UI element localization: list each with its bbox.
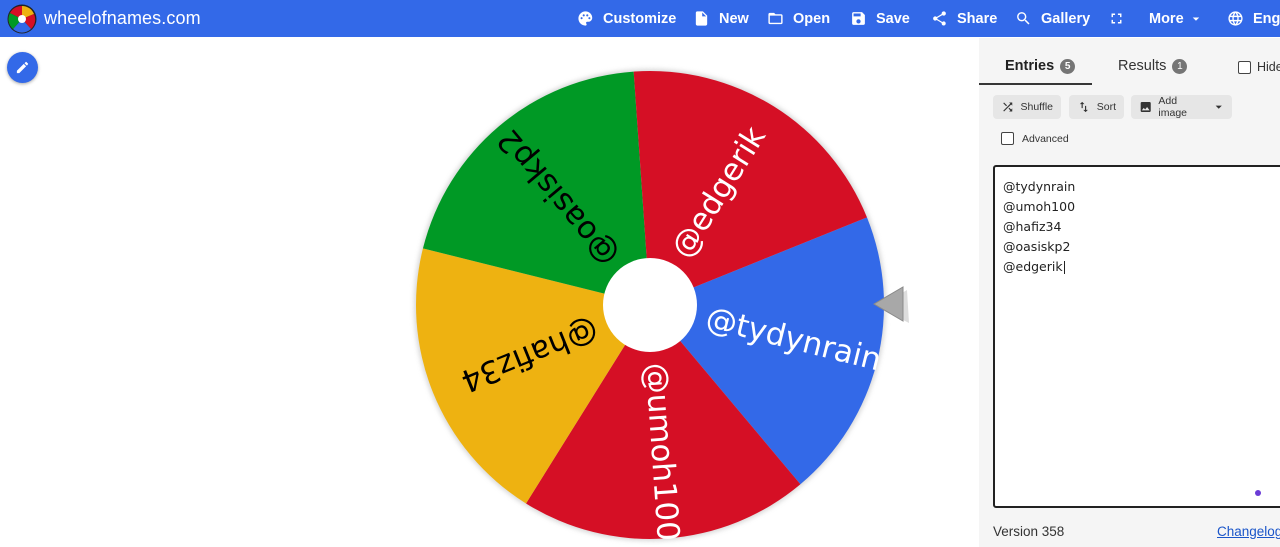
text-cursor: [1063, 261, 1065, 274]
new-file-icon: [695, 11, 708, 26]
open-button[interactable]: Open: [767, 0, 830, 37]
sort-label: Sort: [1096, 101, 1116, 113]
advanced-checkbox[interactable]: Advanced: [1001, 132, 1069, 145]
share-label: Share: [957, 10, 998, 27]
image-icon: [1140, 101, 1151, 113]
brand[interactable]: wheelofnames.com: [7, 3, 201, 34]
site-name: wheelofnames.com: [44, 8, 201, 28]
wheel-logo-icon: [7, 4, 37, 33]
entry-line: @oasiskp2: [1003, 239, 1071, 254]
entry-line: @umoh100: [1003, 199, 1076, 214]
tab-results[interactable]: Results 1: [1118, 58, 1188, 74]
version-text: Version 358: [993, 524, 1065, 539]
new-label: New: [719, 10, 749, 27]
language-button[interactable]: Engli: [1227, 0, 1280, 37]
hide-label: Hide: [1257, 60, 1280, 74]
changelog-link[interactable]: Changelog: [1217, 524, 1280, 539]
wheel-center-hub: [603, 258, 697, 352]
entry-line-text: @edgerik: [1003, 259, 1063, 274]
active-tab-indicator: [979, 83, 1092, 85]
add-image-label: Add image: [1158, 95, 1188, 119]
folder-open-icon: [768, 12, 783, 25]
entries-textarea[interactable]: @tydynrain @umoh100 @hafiz34 @oasiskp2 @…: [993, 165, 1280, 508]
results-count-badge: 1: [1172, 58, 1188, 74]
shuffle-label: Shuffle: [1020, 101, 1054, 113]
sort-icon: [1079, 101, 1088, 113]
more-menu-button[interactable]: More: [1149, 0, 1202, 37]
more-label: More: [1149, 10, 1184, 27]
top-app-bar: wheelofnames.com Customize New Open Save…: [0, 0, 1280, 37]
pencil-icon: [16, 61, 29, 74]
tab-entries[interactable]: Entries 5: [1005, 58, 1076, 74]
language-label: Engli: [1253, 10, 1280, 27]
gallery-label: Gallery: [1041, 10, 1091, 27]
spin-wheel[interactable]: @tydynrain@umoh100@hafiz34@oasiskp2 @edge…: [400, 55, 920, 545]
shuffle-button[interactable]: Shuffle: [993, 95, 1061, 119]
fullscreen-button[interactable]: [1108, 0, 1134, 37]
customize-label: Customize: [603, 10, 677, 27]
sort-button[interactable]: Sort: [1069, 95, 1124, 119]
save-button[interactable]: Save: [850, 0, 910, 37]
edit-wheel-button[interactable]: [7, 52, 38, 83]
new-button[interactable]: New: [693, 0, 749, 37]
tab-entries-label: Entries: [1005, 58, 1055, 74]
hide-checkbox-box[interactable]: [1238, 60, 1251, 74]
entry-line: @tydynrain: [1003, 179, 1076, 194]
shuffle-icon: [1003, 102, 1013, 112]
entries-count-badge: 5: [1060, 58, 1076, 74]
tab-results-label: Results: [1118, 58, 1167, 74]
advanced-label: Advanced: [1022, 132, 1069, 145]
hide-checkbox[interactable]: Hide: [1238, 60, 1280, 74]
save-label: Save: [876, 10, 910, 27]
advanced-checkbox-box[interactable]: [1001, 132, 1014, 145]
entries-panel: Entries 5 Results 1 Hide Shuffle Sort Ad…: [979, 38, 1280, 547]
gallery-button[interactable]: Gallery: [1015, 0, 1090, 37]
status-dot: [1255, 490, 1261, 496]
chevron-down-icon: [1192, 17, 1199, 21]
palette-icon: [578, 11, 593, 26]
entry-line: @hafiz34: [1003, 219, 1062, 234]
customize-button[interactable]: Customize: [577, 0, 676, 37]
add-image-button[interactable]: Add image: [1131, 95, 1232, 119]
entry-line: @edgerik: [1003, 257, 1280, 277]
globe-icon: [1228, 11, 1243, 26]
share-icon: [933, 11, 946, 26]
open-label: Open: [793, 10, 831, 27]
share-button[interactable]: Share: [931, 0, 997, 37]
save-icon: [852, 12, 865, 25]
search-icon: [1017, 12, 1030, 25]
fullscreen-icon: [1111, 13, 1122, 24]
chevron-down-icon: [1215, 105, 1222, 109]
